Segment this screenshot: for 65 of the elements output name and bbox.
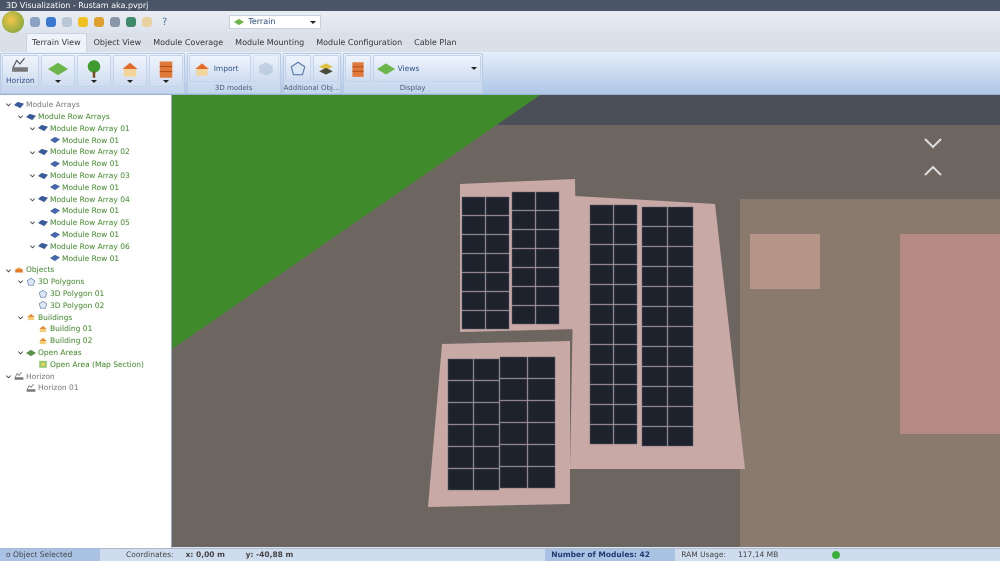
horizon-chart-icon	[26, 383, 36, 394]
ribbon-button[interactable]	[344, 55, 371, 82]
chevron-icon[interactable]	[5, 372, 12, 380]
roof-icon	[38, 324, 48, 334]
roof-icon	[38, 336, 48, 346]
solar-panel-icon	[50, 135, 60, 146]
caret-icon	[90, 80, 97, 84]
solar-array-icon	[26, 112, 36, 122]
ribbon-tab[interactable]: Cable Plan	[409, 34, 462, 52]
ribbon-dropdown[interactable]	[112, 55, 147, 88]
chevron-icon[interactable]	[29, 124, 36, 132]
chevron-icon[interactable]	[29, 148, 36, 156]
solar-panel-icon	[50, 182, 60, 192]
terrain-patch-icon	[26, 348, 36, 358]
polygon-icon	[38, 300, 48, 310]
cube-icon	[256, 60, 275, 78]
ribbon-dropdown[interactable]	[148, 55, 183, 88]
caret-icon	[310, 20, 316, 24]
horizon-chart-icon	[14, 371, 24, 382]
status-indicator-icon	[832, 551, 840, 559]
polygon-icon	[288, 60, 307, 78]
chevron-icon[interactable]	[5, 101, 12, 108]
polygon-icon	[38, 288, 48, 299]
chevron-icon[interactable]	[29, 196, 36, 203]
ribbon-tab[interactable]: Module Coverage	[148, 34, 228, 52]
help-button[interactable]: ?	[158, 14, 172, 30]
building-block-icon	[14, 265, 24, 276]
polygon-icon	[26, 276, 36, 287]
grass-tile-icon	[234, 17, 244, 27]
solar-array-icon	[38, 123, 48, 134]
roof-icon	[26, 312, 36, 322]
caret-icon	[470, 67, 477, 70]
solar-array-icon	[38, 194, 48, 204]
chevron-icon[interactable]	[29, 242, 36, 250]
solar-panel-icon	[50, 230, 60, 240]
horizon-chart-icon	[11, 56, 30, 74]
ribbon-tab[interactable]: Terrain View	[26, 33, 87, 52]
solar-panel-icon	[50, 158, 60, 169]
solar-array-icon	[14, 100, 24, 110]
ribbon-button[interactable]	[284, 55, 311, 82]
chevron-icon[interactable]	[17, 278, 24, 286]
chevron-icon[interactable]	[29, 172, 36, 180]
chevron-icon[interactable]	[17, 314, 24, 321]
caret-icon	[162, 80, 169, 84]
solar-array-icon	[38, 147, 48, 158]
ribbon-tab[interactable]: Module Configuration	[311, 34, 408, 52]
chevron-icon[interactable]	[17, 349, 24, 356]
chevron-icon[interactable]	[17, 113, 24, 120]
window-title: 3D Visualization - Rustam aka.pvprj	[6, 0, 148, 11]
ribbon-tab[interactable]: Module Mounting	[230, 34, 310, 52]
solar-array-icon	[38, 241, 48, 252]
ribbon-button[interactable]	[312, 55, 339, 82]
map-section-icon	[38, 359, 48, 370]
chevron-icon[interactable]	[29, 219, 36, 226]
caret-icon	[126, 80, 133, 84]
solar-panel-icon	[50, 206, 60, 216]
solar-array-icon	[38, 170, 48, 181]
terrain-dropdown[interactable]: Terrain	[229, 15, 322, 29]
aerial-3d-view-drawing[interactable]	[172, 95, 1000, 547]
solar-array-icon	[38, 218, 48, 228]
chevron-icon[interactable]	[5, 266, 12, 274]
ribbon-tab[interactable]: Object View	[88, 34, 146, 52]
ribbon-dropdown[interactable]	[76, 55, 111, 88]
caret-icon	[54, 80, 61, 84]
solar-panel-icon	[50, 253, 60, 264]
